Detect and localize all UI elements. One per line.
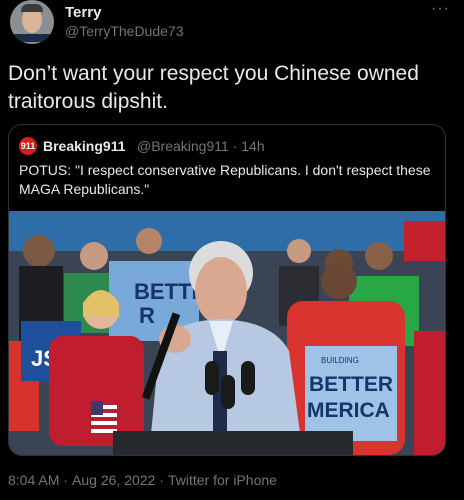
quoted-media-image[interactable]: BETTE R JS BUILDING BETTER MERICA xyxy=(9,211,445,455)
author-handle[interactable]: @TerryTheDude73 xyxy=(65,23,184,39)
quoted-tweet-header: 911 Breaking911 @Breaking911 · 14h xyxy=(19,137,439,155)
more-options-icon[interactable]: ··· xyxy=(431,0,450,18)
sign-right-small-text: BUILDING xyxy=(321,356,359,365)
sign-right-text-1: BETTER xyxy=(309,373,393,396)
tweet-header: Terry @TerryTheDude73 ··· xyxy=(8,0,456,50)
quoted-tweet-text: POTUS: "I respect conservative Republica… xyxy=(19,162,431,197)
quoted-author-name: Breaking911 xyxy=(43,138,126,154)
tweet-meta: 8:04 AM · Aug 26, 2022 · Twitter for iPhone xyxy=(8,472,277,488)
quoted-tweet[interactable]: 911 Breaking911 @Breaking911 · 14h POTUS… xyxy=(8,124,446,456)
tweet-date[interactable]: Aug 26, 2022 xyxy=(72,472,155,488)
breaking911-logo-icon: 911 xyxy=(19,137,37,155)
sign-left-text-2: R xyxy=(139,303,155,328)
avatar[interactable] xyxy=(10,0,54,44)
author-name[interactable]: Terry xyxy=(65,4,101,21)
sign-right-text-2: MERICA xyxy=(307,399,390,422)
tweet-text: Don’t want your respect you Chinese owne… xyxy=(8,62,419,113)
tweet-source[interactable]: Twitter for iPhone xyxy=(168,472,277,488)
quoted-author-handle: @Breaking911 · 14h xyxy=(137,138,265,154)
tweet-time[interactable]: 8:04 AM xyxy=(8,472,59,488)
quoted-time: 14h xyxy=(241,138,265,154)
